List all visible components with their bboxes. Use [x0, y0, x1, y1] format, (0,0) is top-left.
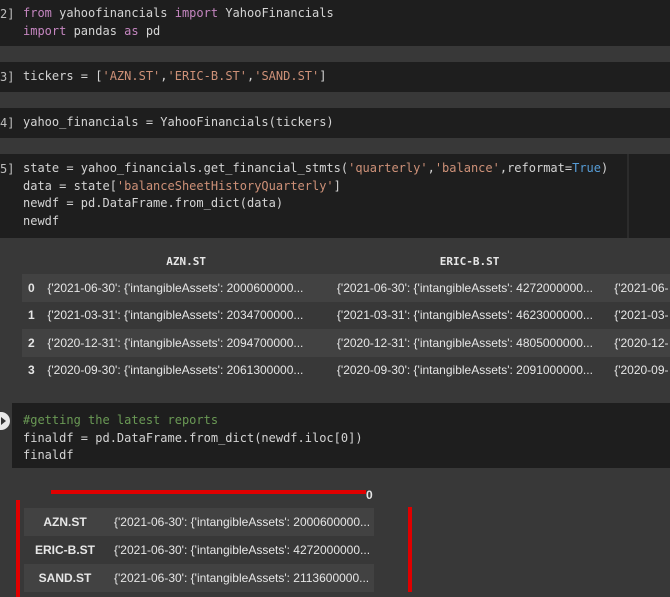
code-token: import	[174, 6, 219, 20]
row-index: 3	[28, 363, 35, 378]
code-line: from yahoofinancials import YahooFinanci…	[23, 5, 334, 23]
table-cell: {'2020-09-30': {'intangibleAssets': 2091…	[336, 363, 593, 378]
table-cell: {'2021-06-30': {'intangibleAssets': 2000…	[47, 280, 304, 295]
table-row: SAND.ST {'2021-06-30': {'intangibleAssets…	[24, 564, 375, 592]
code-token: newdf	[23, 213, 60, 228]
table-cell: {'2021-03-	[614, 308, 669, 323]
code-line: state = yahoo_financials.get_financial_s…	[23, 160, 608, 178]
code-token: 'SAND.ST'	[254, 69, 320, 83]
code-cell-imports[interactable]: 2] from yahoofinancials import YahooFina…	[0, 0, 670, 46]
code-token: ,reformat=	[499, 161, 573, 175]
finaldf-column-header: 0	[366, 488, 373, 502]
code-token: import	[23, 23, 67, 38]
table-cell: {'2021-06-30': {'intangibleAssets': 2000…	[114, 515, 371, 529]
newdf-output: AZN.ST ERIC-B.ST 0 {'2021-06-30': {'intan…	[0, 240, 670, 390]
code-token: 'balanceSheetHistoryQuarterly'	[116, 178, 334, 193]
code-token: from	[23, 6, 52, 20]
code-token: True	[572, 161, 602, 175]
table-cell: {'2020-12-31': {'intangibleAssets': 2094…	[47, 335, 304, 350]
cell-prompt: 4]	[0, 116, 15, 130]
code-token: pandas	[66, 23, 125, 38]
code-line: import pandas as pd	[23, 23, 334, 41]
code-editor[interactable]: from yahoofinancials import YahooFinanci…	[23, 5, 334, 40]
editor-scroll-edge	[627, 154, 629, 238]
code-token: data = state[	[23, 178, 117, 193]
code-token: )	[601, 161, 609, 175]
code-cell-yahoo-financials[interactable]: 4] yahoo_financials = YahooFinancials(ti…	[0, 108, 670, 138]
code-editor[interactable]: yahoo_financials = YahooFinancials(ticke…	[23, 114, 334, 132]
table-cell: {'2021-06-30': {'intangibleAssets': 4272…	[336, 280, 593, 295]
code-token: 'quarterly'	[348, 161, 428, 175]
code-token: ,	[427, 161, 435, 175]
code-token: yahoo_financials = YahooFinancials(ticke…	[23, 115, 334, 129]
code-cell-tickers[interactable]: 3] tickers = ['AZN.ST','ERIC-B.ST','SAND…	[0, 62, 670, 92]
code-token: ]	[319, 69, 327, 83]
code-token: #getting the latest reports	[23, 413, 219, 427]
code-editor[interactable]: state = yahoo_financials.get_financial_s…	[23, 160, 608, 230]
table-cell: {'2021-06-	[614, 280, 669, 295]
code-cell-finaldf[interactable]: #getting the latest reports finaldf = pd.…	[12, 403, 670, 468]
cell-prompt: 3]	[0, 70, 15, 84]
code-token: finaldf = pd.DataFrame.from_dict(newdf.i…	[23, 430, 363, 445]
table-row: 3 {'2020-09-30': {'intangibleAssets': 206…	[22, 356, 670, 384]
code-line: yahoo_financials = YahooFinancials(ticke…	[23, 114, 334, 132]
table-cell: {'2020-09-30': {'intangibleAssets': 2061…	[47, 363, 304, 378]
index-header	[22, 248, 41, 274]
run-cell-button[interactable]	[0, 412, 10, 430]
table-row: 2 {'2020-12-31': {'intangibleAssets': 209…	[22, 329, 670, 357]
code-token: yahoofinancials	[51, 6, 175, 20]
code-token: finaldf	[23, 448, 74, 462]
row-index: 0	[28, 280, 35, 295]
annotation-left-bar	[16, 500, 20, 597]
code-token: 'AZN.ST'	[102, 69, 161, 83]
table-row: 0 {'2021-06-30': {'intangibleAssets': 200…	[22, 274, 670, 302]
code-line: newdf = pd.DataFrame.from_dict(data)	[23, 195, 608, 213]
column-header-sand	[608, 248, 670, 274]
row-index: 1	[28, 308, 35, 323]
code-line: finaldf = pd.DataFrame.from_dict(newdf.i…	[23, 430, 363, 448]
code-token: state = yahoo_financials.get_financial_s…	[23, 161, 349, 175]
code-line: #getting the latest reports	[23, 412, 363, 430]
code-cell-newdf[interactable]: 5] state = yahoo_financials.get_financia…	[0, 154, 670, 238]
code-token: as	[124, 23, 139, 38]
code-line: newdf	[23, 213, 608, 231]
code-line: finaldf	[23, 447, 363, 465]
row-index: 2	[28, 335, 35, 350]
code-token: ]	[333, 178, 341, 193]
cell-prompt: 5]	[0, 162, 15, 176]
code-token: pd	[138, 23, 161, 38]
code-token: YahooFinancials	[218, 6, 334, 20]
table-cell: {'2020-09-	[614, 363, 669, 378]
code-line: tickers = ['AZN.ST','ERIC-B.ST','SAND.ST…	[23, 68, 327, 86]
row-index: AZN.ST	[43, 515, 87, 529]
table-cell: {'2020-12-31': {'intangibleAssets': 4805…	[336, 335, 593, 350]
column-header-eric: ERIC-B.ST	[439, 254, 500, 268]
cell-prompt: 2]	[0, 7, 15, 21]
code-line: data = state['balanceSheetHistoryQuarter…	[23, 178, 608, 196]
code-token: 'ERIC-B.ST'	[167, 69, 247, 83]
table-row: 1 {'2021-03-31': {'intangibleAssets': 203…	[22, 301, 670, 329]
table-row: AZN.ST {'2021-06-30': {'intangibleAssets'…	[24, 508, 375, 536]
table-cell: {'2021-06-30': {'intangibleAssets': 4272…	[114, 543, 371, 557]
code-editor[interactable]: #getting the latest reports finaldf = pd.…	[23, 412, 363, 465]
row-index: ERIC-B.ST	[35, 543, 95, 557]
table-cell: {'2021-03-31': {'intangibleAssets': 4623…	[336, 308, 593, 323]
code-token: 'balance'	[434, 161, 500, 175]
code-token: ,	[160, 69, 168, 83]
finaldf-table: AZN.ST {'2021-06-30': {'intangibleAssets'…	[24, 508, 375, 592]
code-editor[interactable]: tickers = ['AZN.ST','ERIC-B.ST','SAND.ST…	[23, 68, 327, 86]
table-cell: {'2021-06-30': {'intangibleAssets': 2113…	[114, 571, 370, 585]
row-index: SAND.ST	[38, 571, 92, 585]
table-cell: {'2021-03-31': {'intangibleAssets': 2034…	[47, 308, 304, 323]
annotation-right-bar	[408, 507, 412, 592]
column-header-azn: AZN.ST	[166, 254, 206, 268]
code-token: tickers = [	[23, 69, 103, 83]
table-row: ERIC-B.ST {'2021-06-30': {'intangibleAsse…	[24, 536, 375, 564]
annotation-underline	[51, 490, 366, 494]
code-token: newdf = pd.DataFrame.from_dict(data)	[23, 196, 284, 210]
newdf-table: AZN.ST ERIC-B.ST 0 {'2021-06-30': {'intan…	[22, 248, 670, 384]
table-cell: {'2020-12-	[614, 335, 669, 350]
